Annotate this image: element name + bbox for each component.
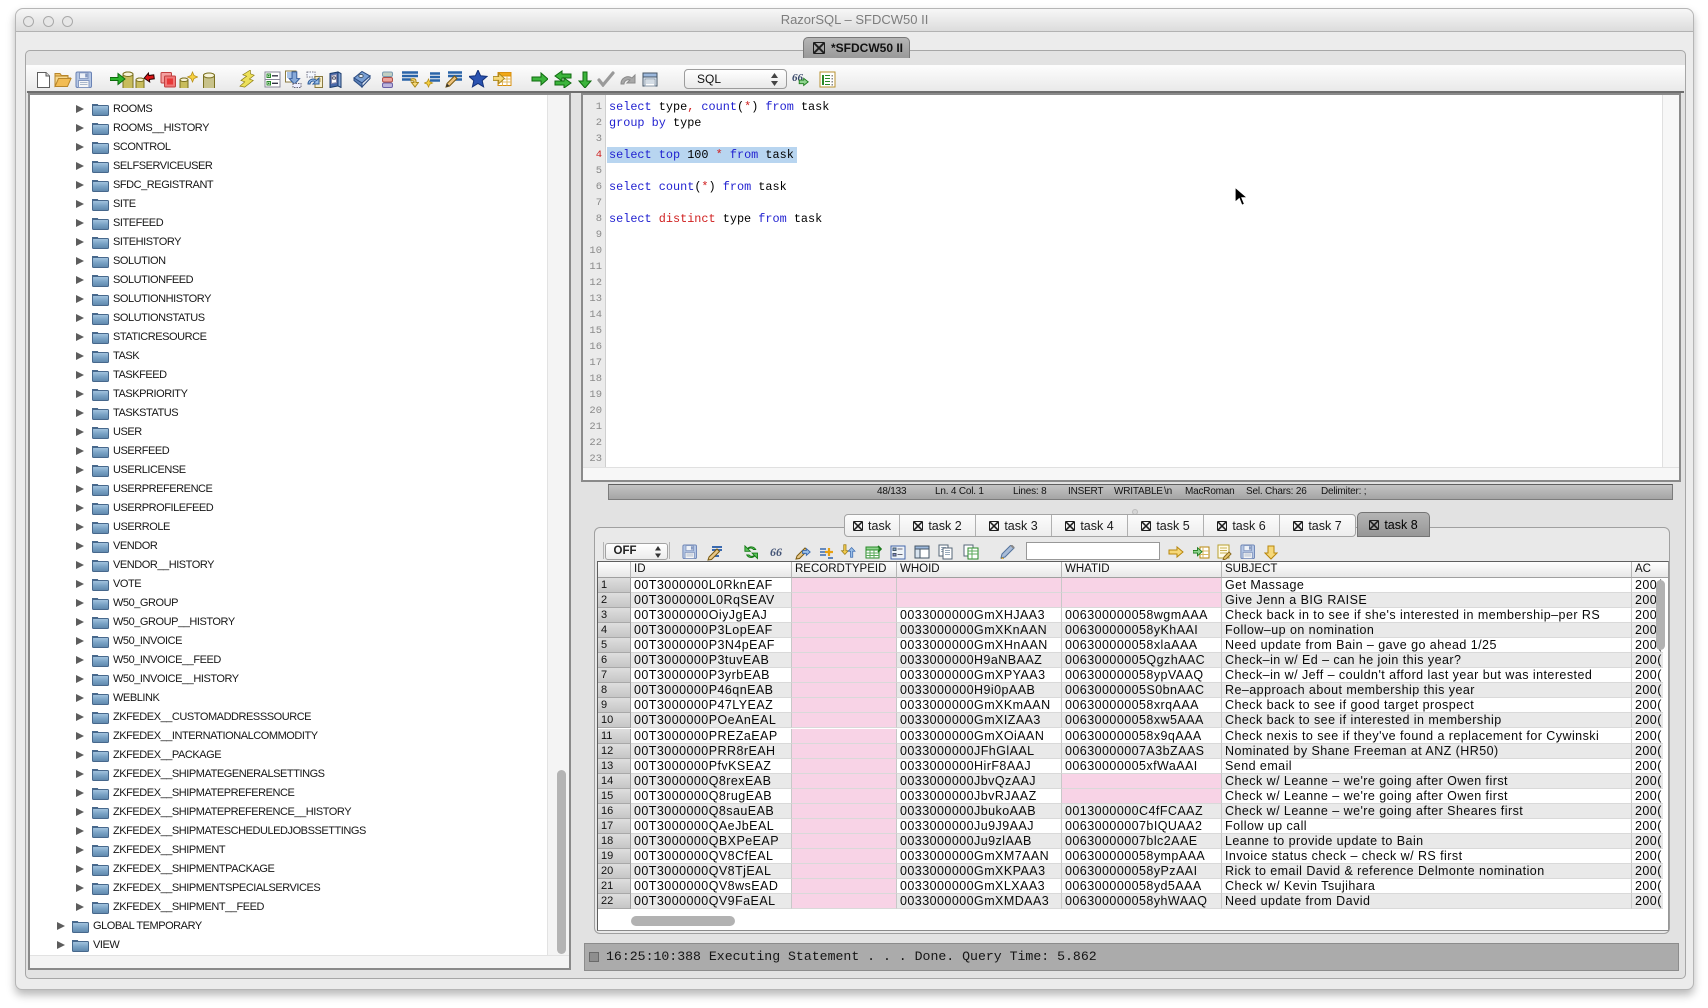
svg-text:66: 66 <box>770 545 782 559</box>
